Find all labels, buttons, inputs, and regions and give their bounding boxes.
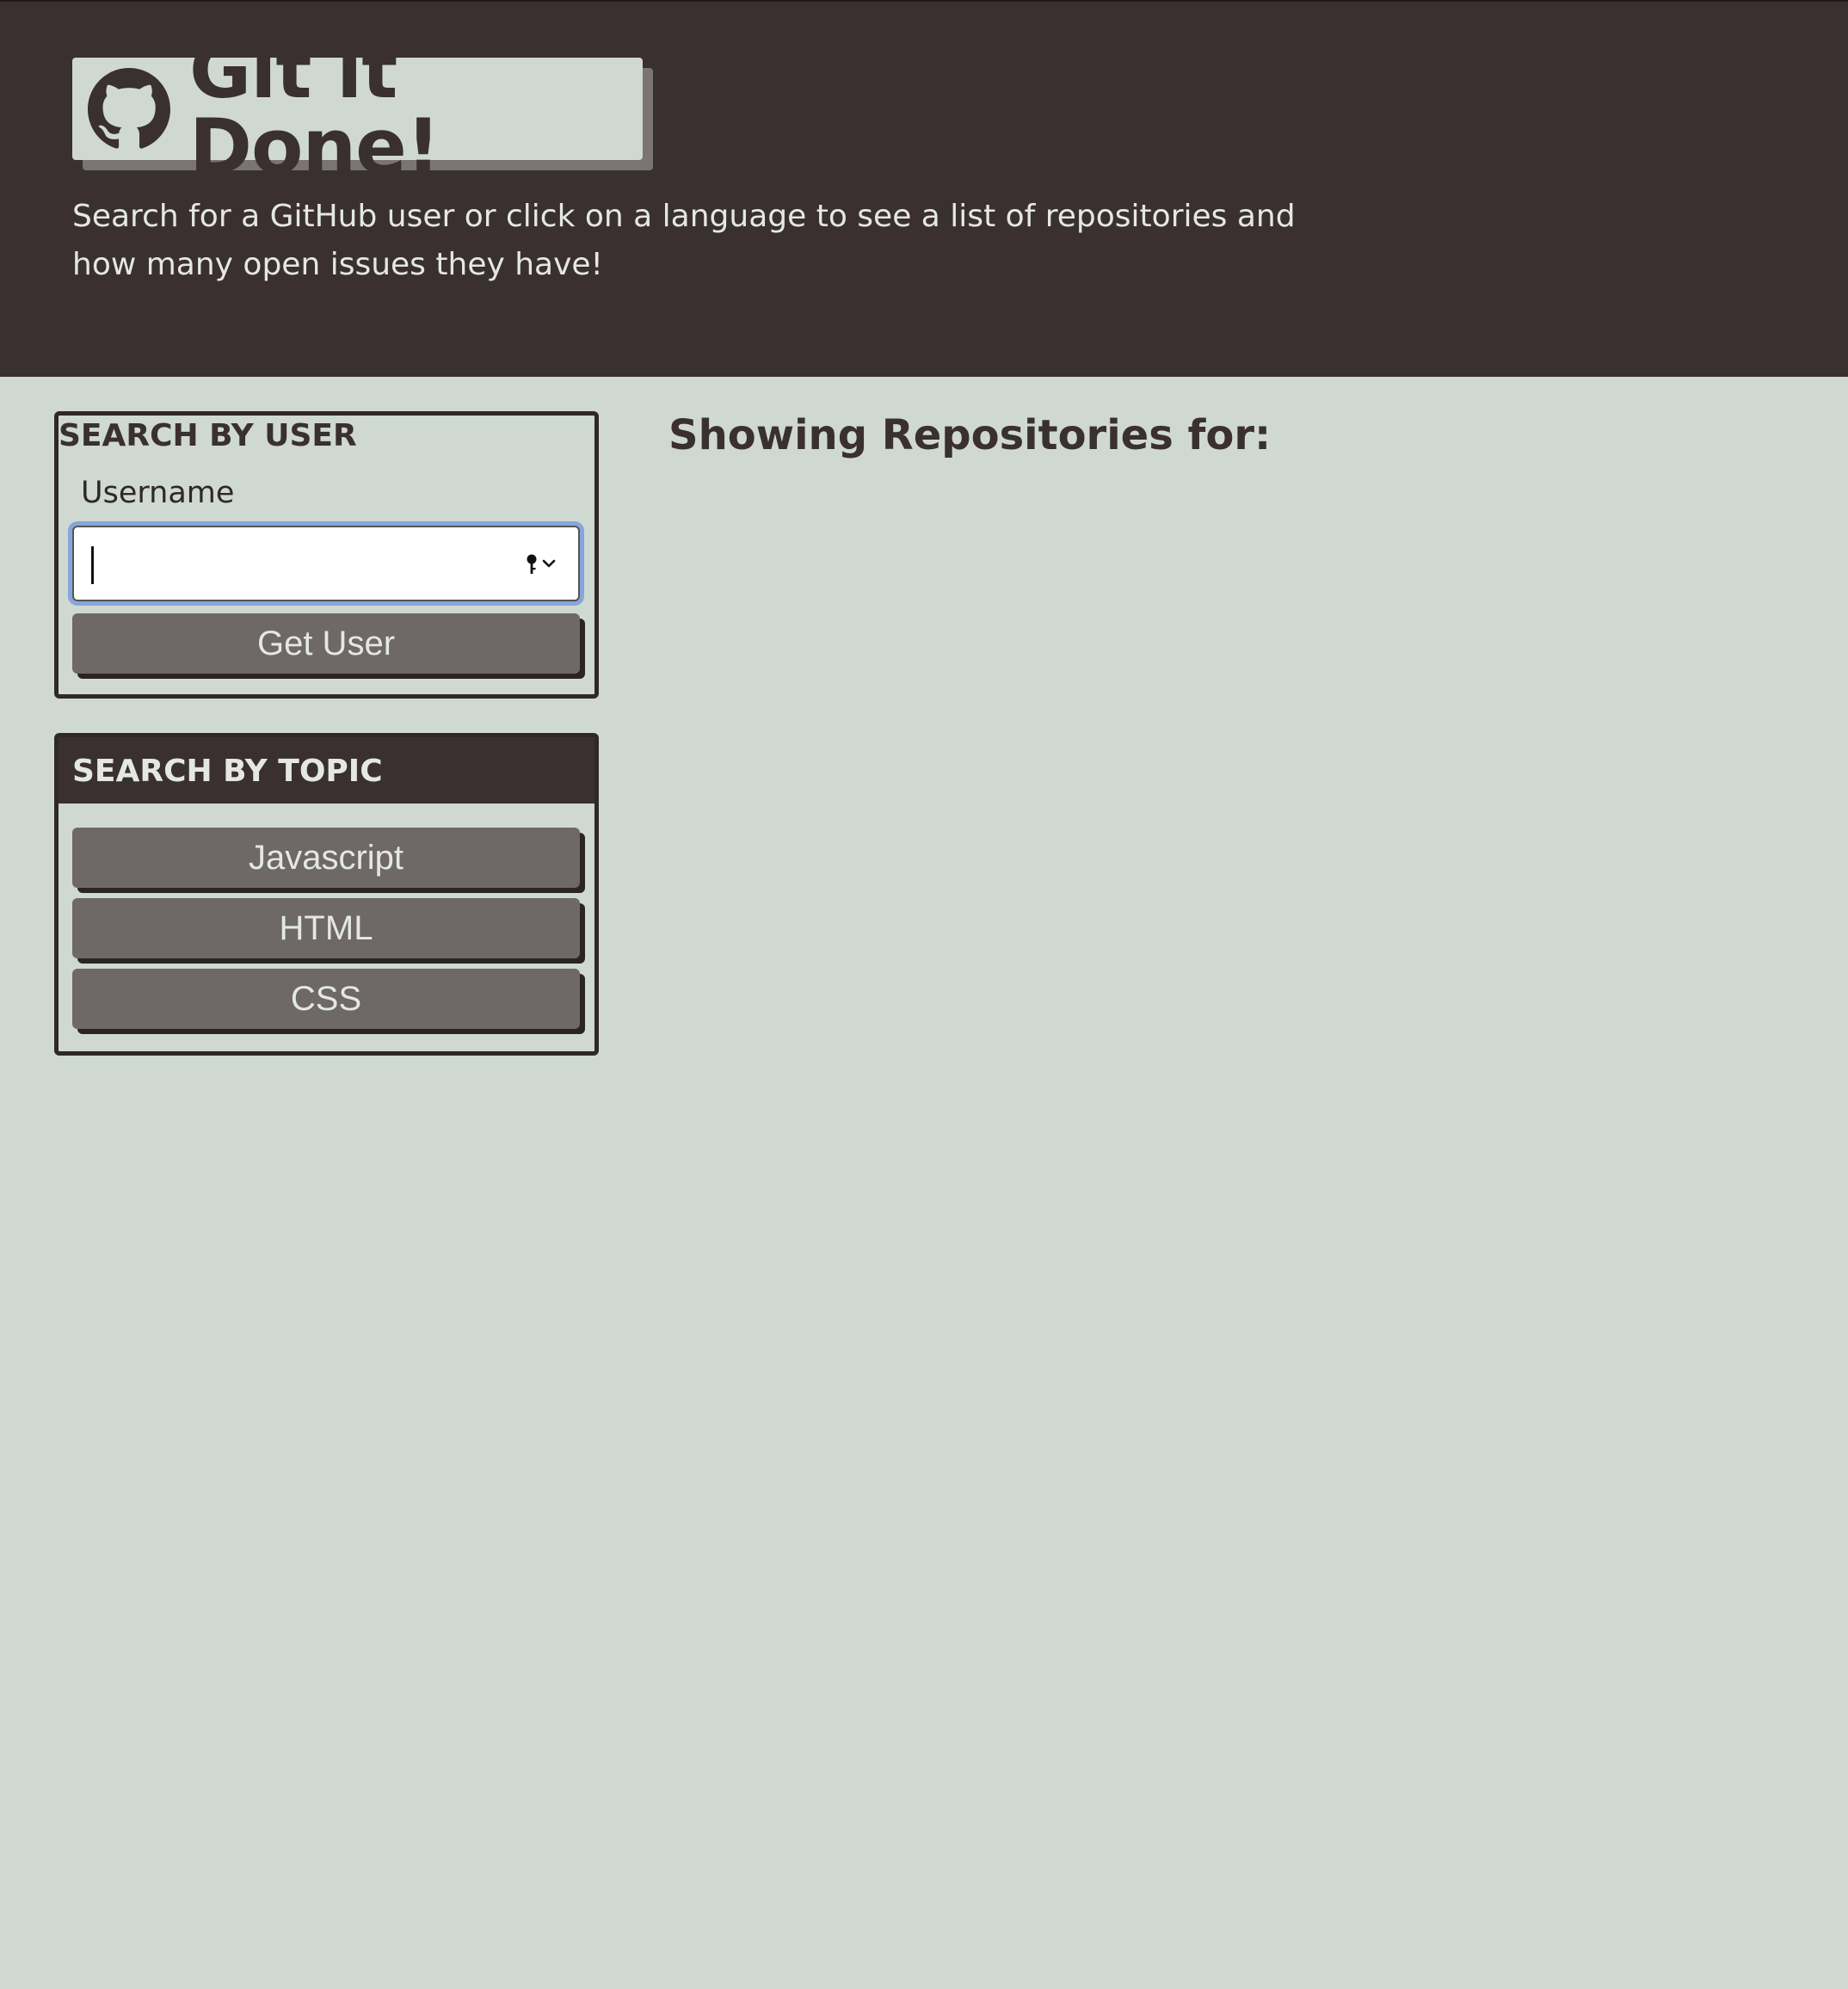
logo: Git it Done! — [72, 33, 653, 184]
key-autofill-icon[interactable] — [525, 553, 559, 581]
site-title: Git it Done! — [189, 26, 440, 191]
logo-badge: Git it Done! — [72, 33, 643, 184]
username-input[interactable] — [72, 526, 580, 601]
github-icon — [88, 67, 170, 151]
topic-panel-header: SEARCH BY TOPIC — [59, 737, 594, 804]
username-label: Username — [81, 476, 235, 510]
search-by-user-title: SEARCH BY USER — [59, 418, 357, 453]
topic-button-javascript[interactable]: Javascript — [72, 828, 580, 888]
topic-button-css[interactable]: CSS — [72, 969, 580, 1029]
search-by-topic-panel: SEARCH BY TOPIC Javascript HTML CSS — [54, 733, 599, 1056]
search-by-topic-title: SEARCH BY TOPIC — [72, 754, 383, 789]
tagline: Search for a GitHub user or click on a l… — [72, 199, 1296, 282]
site-header: Git it Done! Search for a GitHub user or… — [0, 0, 1848, 377]
get-user-button[interactable]: Get User — [72, 613, 580, 674]
text-caret — [91, 546, 94, 584]
topic-button-html[interactable]: HTML — [72, 898, 580, 958]
search-by-user-panel: SEARCH BY USER Username Get User — [54, 411, 599, 699]
repos-heading: Showing Repositories for: — [668, 411, 1272, 459]
